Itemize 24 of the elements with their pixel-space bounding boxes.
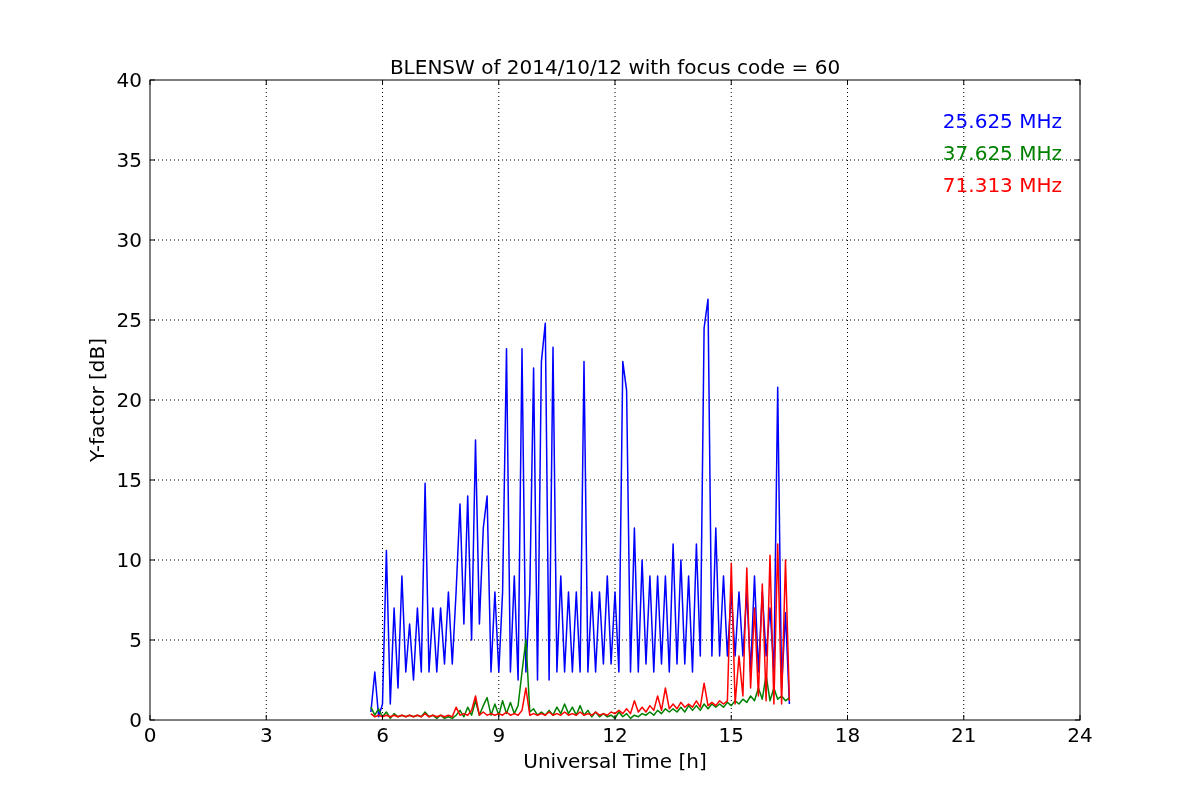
- tick-label: 12: [602, 723, 628, 747]
- tick-label: 21: [951, 723, 977, 747]
- legend-label: 25.625 MHz: [942, 109, 1062, 133]
- y-axis-label: Y-factor [dB]: [85, 338, 109, 462]
- tick-label: 15: [116, 468, 142, 492]
- tick-label: 30: [116, 228, 142, 252]
- legend-label: 71.313 MHz: [942, 173, 1062, 197]
- tick-label: 24: [1067, 723, 1093, 747]
- tick-label: 0: [129, 708, 142, 732]
- tick-label: 35: [116, 148, 142, 172]
- tick-label: 40: [116, 68, 142, 92]
- tick-label: 10: [116, 548, 142, 572]
- legend-label: 37.625 MHz: [942, 141, 1062, 165]
- tick-label: 3: [259, 723, 273, 747]
- tick-label: 9: [492, 723, 506, 747]
- x-axis-label: Universal Time [h]: [523, 749, 707, 773]
- tick-label: 15: [718, 723, 744, 747]
- chart-title: BLENSW of 2014/10/12 with focus code = 60: [389, 55, 841, 79]
- tick-label: 20: [116, 388, 142, 412]
- tick-label: 18: [834, 723, 861, 747]
- tick-label: 0: [143, 723, 157, 747]
- tick-label: 5: [129, 628, 142, 652]
- tick-label: 25: [116, 308, 142, 332]
- tick-label: 6: [376, 723, 389, 747]
